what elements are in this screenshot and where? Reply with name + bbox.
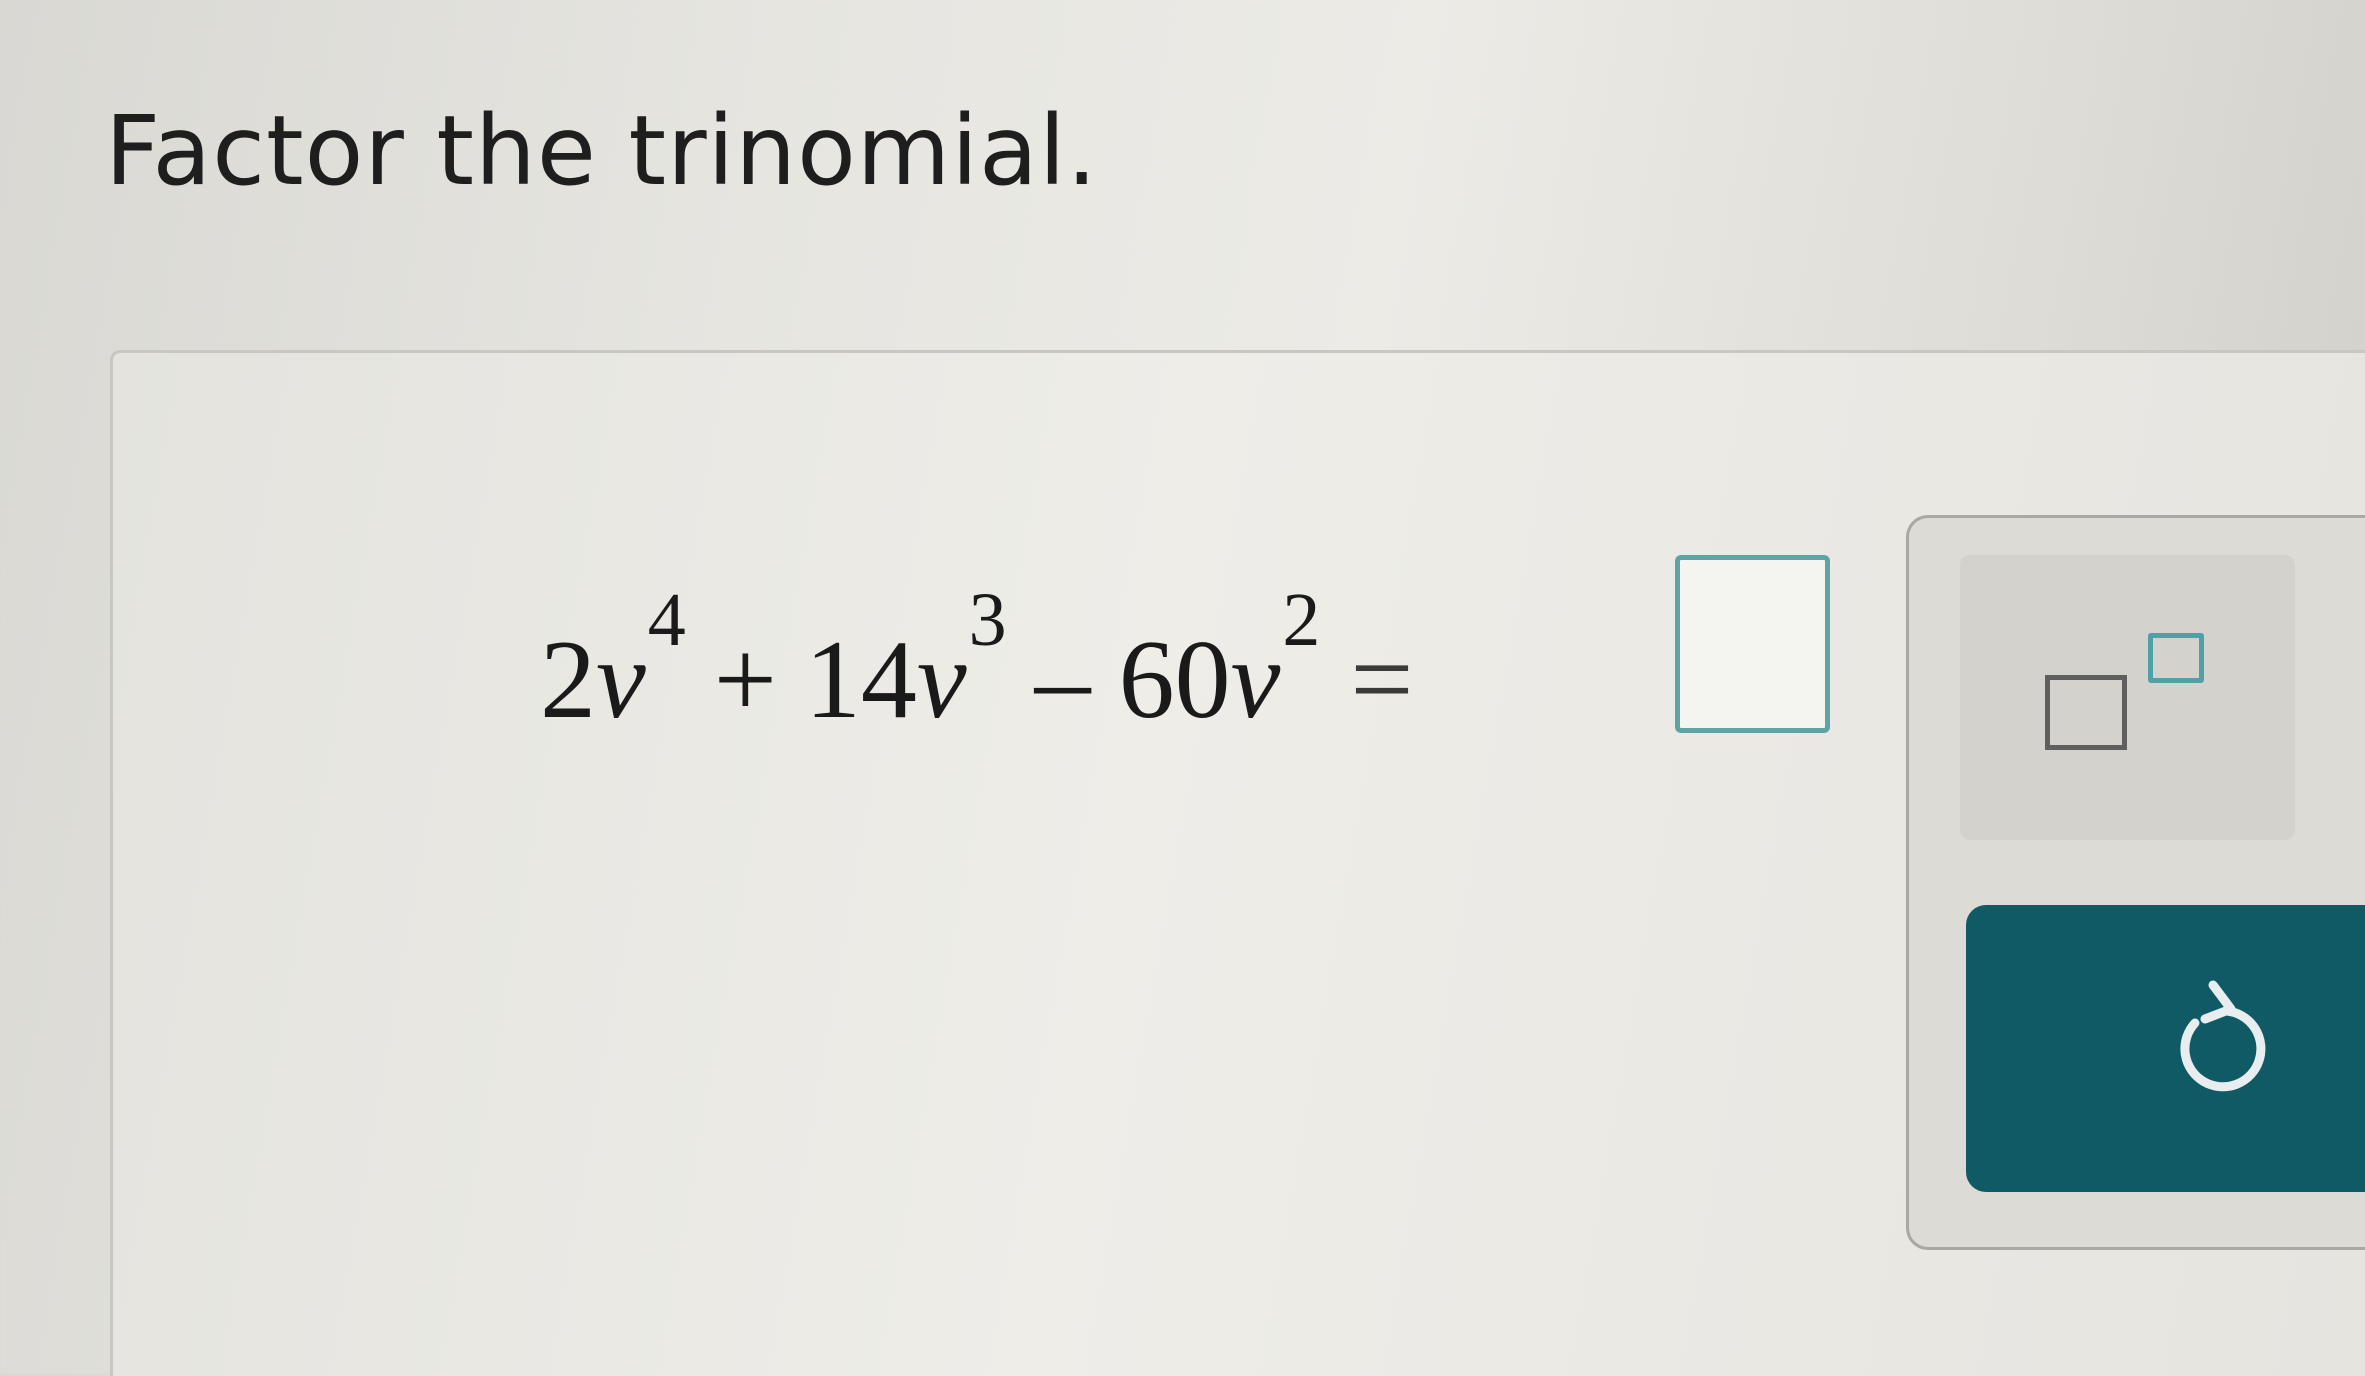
operator-plus: + xyxy=(713,618,777,742)
term-3-coefficient: 60 xyxy=(1118,618,1231,742)
term-2: 14v3 xyxy=(804,578,1007,745)
question-prompt: Factor the trinomial. xyxy=(105,95,1098,207)
term-3-exponent: 2 xyxy=(1282,578,1321,662)
term-3: 60v2 xyxy=(1118,578,1321,745)
undo-arrow-icon xyxy=(2180,980,2266,1092)
exponent-base-box-icon xyxy=(2045,675,2127,750)
term-3-variable: v xyxy=(1230,618,1281,742)
exponent-button[interactable] xyxy=(1960,555,2295,840)
term-1-coefficient: 2 xyxy=(540,618,596,742)
operator-minus: – xyxy=(1034,618,1091,742)
trinomial-equation: 2v4 + 14v3 – 60v2 = xyxy=(540,545,1448,745)
term-1-variable: v xyxy=(596,618,646,742)
term-2-exponent: 3 xyxy=(968,578,1007,662)
exponent-superscript-box-icon xyxy=(2148,633,2204,683)
term-1-exponent: 4 xyxy=(647,578,686,662)
term-2-variable: v xyxy=(916,618,967,742)
term-2-coefficient: 14 xyxy=(804,618,917,742)
term-1: 2v4 xyxy=(540,578,686,745)
equals-sign: = xyxy=(1350,618,1414,742)
answer-input[interactable] xyxy=(1675,555,1830,733)
